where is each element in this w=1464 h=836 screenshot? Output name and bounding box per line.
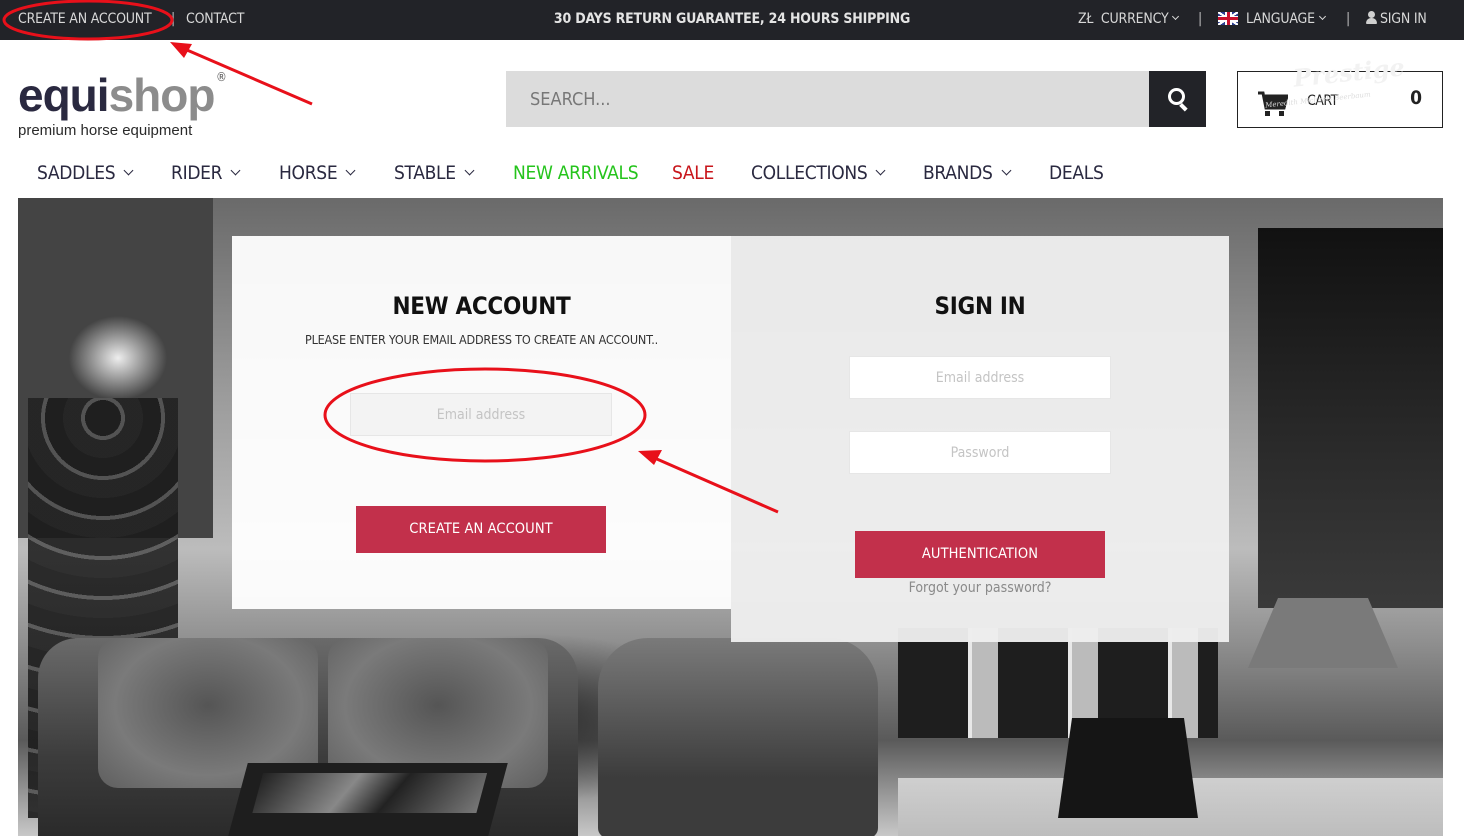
chevron-down-icon	[345, 165, 356, 176]
logo-primary: equi	[18, 69, 110, 121]
nav-item-saddles[interactable]: SADDLES	[37, 162, 134, 184]
nav-label: RIDER	[171, 162, 223, 184]
sign-in-title: SIGN IN	[934, 292, 1026, 320]
new-account-panel: NEW ACCOUNT PLEASE ENTER YOUR EMAIL ADDR…	[232, 236, 731, 609]
logo-tagline: premium horse equipment	[18, 122, 193, 139]
nav-label: BRANDS	[923, 162, 993, 184]
new-account-title: NEW ACCOUNT	[392, 292, 571, 320]
user-icon	[1366, 11, 1377, 24]
cart-count: 0	[1410, 87, 1422, 109]
sign-in-email-input[interactable]	[849, 356, 1111, 399]
chevron-down-icon	[230, 165, 241, 176]
sign-in-label: SIGN IN	[1380, 11, 1427, 27]
nav-item-new-arrivals[interactable]: NEW ARRIVALS	[513, 162, 639, 184]
sign-in-password-input[interactable]	[849, 431, 1111, 474]
language-label: LANGUAGE	[1246, 11, 1315, 27]
chevron-down-icon	[1318, 12, 1326, 21]
authentication-button[interactable]: AUTHENTICATION	[855, 531, 1105, 578]
new-account-email-input[interactable]	[350, 393, 612, 436]
registered-mark: ®	[216, 70, 227, 84]
logo-wordmark: equishop	[18, 69, 216, 121]
create-account-button[interactable]: CREATE AN ACCOUNT	[356, 506, 606, 553]
leather-armchair	[598, 638, 878, 836]
search-button[interactable]	[1149, 71, 1206, 127]
topbar-separator: |	[1198, 11, 1203, 27]
nav-item-sale[interactable]: SALE	[672, 162, 714, 184]
prestige-poster	[1258, 228, 1443, 608]
search-input[interactable]	[506, 71, 1149, 127]
logo[interactable]: equishop ® premium horse equipment	[18, 69, 227, 139]
currency-dropdown[interactable]: ZŁ CURRENCY	[1078, 11, 1180, 27]
saddle-stand	[1248, 598, 1398, 668]
forgot-password-link[interactable]: Forgot your password?	[731, 580, 1229, 596]
uk-flag-icon	[1218, 12, 1238, 25]
coffee-table	[228, 763, 508, 836]
top-bar: CREATE AN ACCOUNT | CONTACT 30 DAYS RETU…	[0, 0, 1464, 40]
currency-label: CURRENCY	[1100, 11, 1169, 27]
chevron-down-icon	[1001, 165, 1011, 176]
nav-item-stable[interactable]: STABLE	[394, 162, 475, 184]
nav-item-rider[interactable]: RIDER	[171, 162, 241, 184]
nav-label: HORSE	[279, 162, 338, 184]
chevron-down-icon	[123, 165, 134, 176]
chevron-down-icon	[1172, 12, 1180, 21]
chevron-down-icon	[875, 165, 886, 176]
nav-label: COLLECTIONS	[751, 162, 868, 184]
sign-in-panel: SIGN IN AUTHENTICATION Forgot your passw…	[731, 236, 1229, 642]
nav-item-collections[interactable]: COLLECTIONS	[751, 162, 886, 184]
chevron-down-icon	[464, 165, 475, 176]
nav-label: SADDLES	[37, 162, 116, 184]
nav-item-deals[interactable]: DEALS	[1049, 162, 1104, 184]
main-nav: SADDLES RIDER HORSE STABLE NEW ARRIVALS …	[18, 160, 1448, 188]
currency-symbol: ZŁ	[1078, 11, 1094, 27]
search-box	[506, 71, 1149, 127]
nav-label: STABLE	[394, 162, 456, 184]
nav-item-horse[interactable]: HORSE	[279, 162, 356, 184]
sign-in-link[interactable]: SIGN IN	[1366, 11, 1427, 27]
logo-secondary: shop	[108, 69, 216, 121]
new-account-instructions: PLEASE ENTER YOUR EMAIL ADDRESS TO CREAT…	[305, 332, 658, 347]
language-dropdown[interactable]: LANGUAGE	[1218, 11, 1326, 27]
display-stand	[1058, 718, 1198, 818]
topbar-separator: |	[1346, 11, 1351, 27]
search-icon	[1168, 88, 1185, 105]
nav-item-brands[interactable]: BRANDS	[923, 162, 1011, 184]
annotation-arrowhead	[170, 42, 192, 58]
